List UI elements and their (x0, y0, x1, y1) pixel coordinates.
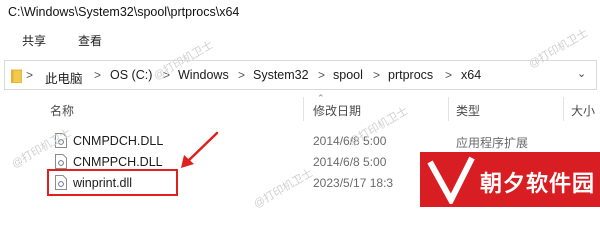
file-modified: 2023/5/17 18:3 (313, 176, 394, 190)
file-name: CNMPPCH.DLL (73, 155, 163, 169)
column-divider[interactable] (303, 97, 304, 121)
breadcrumb-x64[interactable]: x64 (461, 68, 481, 82)
breadcrumb-separator: > (94, 68, 102, 82)
column-header-size[interactable]: 大小 (571, 102, 595, 119)
breadcrumb-spool[interactable]: spool (333, 68, 363, 82)
file-name: CNMPDCH.DLL (73, 134, 164, 148)
logo-mark-icon (427, 156, 475, 204)
logo-text: 朝夕软件园 (480, 171, 596, 196)
breadcrumb-os-c[interactable]: OS (C:) (110, 68, 152, 82)
window-title: C:\Windows\System32\spool\prtprocs\x64 (8, 5, 240, 19)
address-area: > 此电脑 > OS (C:) > Windows > System32 > s… (0, 56, 600, 94)
breadcrumb-system32[interactable]: System32 (253, 68, 309, 82)
column-header-modified[interactable]: 修改日期 (313, 102, 361, 119)
breadcrumb-separator: > (238, 68, 246, 82)
breadcrumb-this-pc[interactable]: 此电脑 (45, 68, 83, 87)
tab-view[interactable]: 查看 (78, 32, 102, 49)
ribbon: 共享 查看 (0, 28, 600, 54)
file-modified: 2014/6/8 5:00 (313, 155, 387, 169)
column-divider[interactable] (563, 97, 564, 121)
tab-share[interactable]: 共享 (22, 32, 46, 49)
dll-file-icon (55, 154, 67, 169)
breadcrumb-separator: > (373, 68, 381, 82)
breadcrumb-separator: > (318, 68, 326, 82)
arrow-annotation (181, 131, 219, 168)
column-header-row: ⌃ 名称 修改日期 类型 大小 (0, 93, 600, 121)
breadcrumb-windows[interactable]: Windows (178, 68, 229, 82)
breadcrumb-prtprocs[interactable]: prtprocs (388, 68, 433, 82)
breadcrumb-separator: > (445, 68, 453, 82)
chevron-down-icon[interactable]: ⌄ (577, 67, 586, 80)
highlight-box (47, 169, 178, 196)
breadcrumb-separator: > (26, 68, 34, 82)
folder-icon (11, 69, 22, 83)
file-type: 应用程序扩展 (456, 136, 529, 150)
logo-badge: 朝夕软件园 (420, 152, 600, 207)
file-row[interactable]: CNMPDCH.DLL 2014/6/8 5:00 应用程序扩展 (0, 130, 600, 152)
column-divider[interactable] (448, 97, 449, 121)
address-bar[interactable]: > 此电脑 > OS (C:) > Windows > System32 > s… (4, 60, 597, 90)
column-header-name[interactable]: 名称 (50, 102, 74, 119)
column-header-type[interactable]: 类型 (456, 102, 480, 119)
